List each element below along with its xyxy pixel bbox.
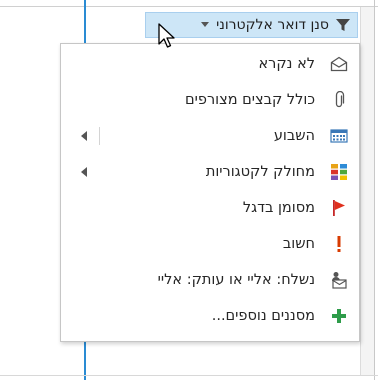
window-top-border	[0, 0, 378, 7]
chevron-left-icon	[81, 131, 87, 141]
sent-to-me-icon	[329, 270, 349, 290]
menu-item-more-filters[interactable]: מסננים נוספים...	[61, 298, 359, 334]
menu-item-this-week[interactable]: השבוע	[61, 118, 359, 154]
menu-item-label: השבוע	[273, 128, 315, 144]
menu-item-attachments[interactable]: כולל קבצים מצורפים	[61, 82, 359, 118]
chevron-down-icon	[200, 20, 210, 30]
menu-item-categorized[interactable]: מחולק לקטגוריות	[61, 154, 359, 190]
window-right-border	[374, 0, 375, 380]
exclamation-icon	[329, 234, 349, 254]
submenu-divider	[99, 127, 100, 145]
menu-item-flagged[interactable]: מסומן בדגל	[61, 190, 359, 226]
filter-dropdown-menu: לא נקרא כולל קבצים מצורפים השבוע מחולק ל…	[60, 43, 360, 342]
menu-item-label: נשלח: אליי או עותק: אליי	[157, 272, 315, 288]
menu-item-important[interactable]: חשוב	[61, 226, 359, 262]
menu-item-unread[interactable]: לא נקרא	[61, 46, 359, 82]
mouse-pointer-icon	[158, 23, 175, 48]
menu-item-label: כולל קבצים מצורפים	[185, 92, 315, 108]
plus-icon	[329, 306, 349, 326]
categories-icon	[329, 162, 349, 182]
menu-item-label: לא נקרא	[258, 56, 315, 72]
paperclip-icon	[329, 90, 349, 110]
flag-icon	[329, 198, 349, 218]
vertical-scrollbar[interactable]	[360, 7, 375, 376]
menu-item-label: מסננים נוספים...	[211, 308, 315, 324]
menu-item-sent-to[interactable]: נשלח: אליי או עותק: אליי	[61, 262, 359, 298]
outlook-window: סנן דואר אלקטרוני לא נקרא כולל קבצים מצו…	[0, 0, 378, 380]
funnel-icon	[333, 15, 353, 35]
filter-email-label: סנן דואר אלקטרוני	[216, 17, 329, 33]
calendar-icon	[329, 126, 349, 146]
menu-item-label: מסומן בדגל	[242, 200, 315, 216]
chevron-left-icon	[81, 167, 87, 177]
menu-item-label: מחולק לקטגוריות	[205, 164, 315, 180]
menu-item-label: חשוב	[282, 236, 315, 252]
window-bottom-border	[0, 375, 378, 380]
open-envelope-icon	[329, 54, 349, 74]
